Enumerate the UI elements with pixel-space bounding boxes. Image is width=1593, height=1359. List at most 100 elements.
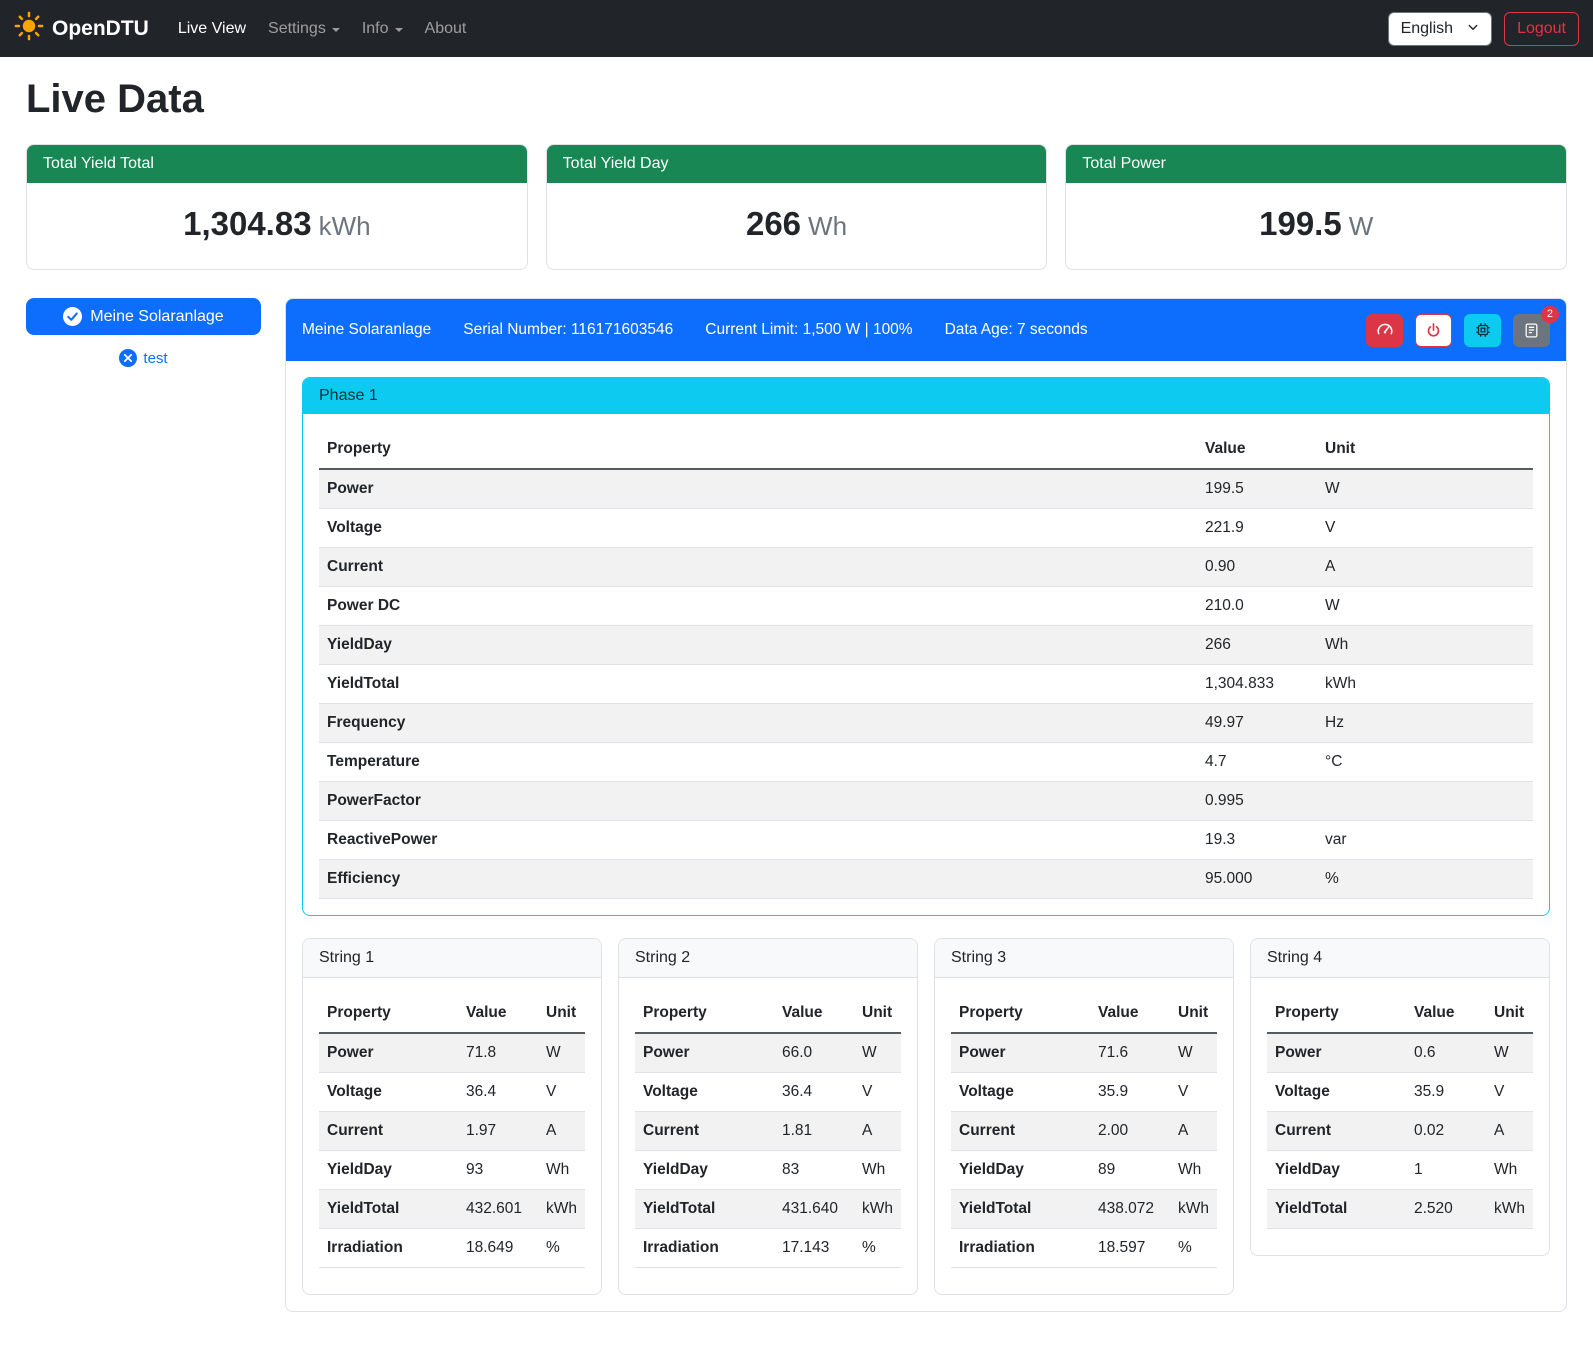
property-value: 2.00	[1090, 1112, 1170, 1151]
string-table: Property Value Unit Power0.6WVoltage35.9…	[1267, 994, 1533, 1229]
property-unit: A	[1486, 1112, 1533, 1151]
property-name: YieldDay	[951, 1151, 1090, 1190]
nav-item-about[interactable]: About	[414, 12, 478, 46]
summary-unit: W	[1349, 211, 1374, 241]
property-value: 431.640	[774, 1190, 854, 1229]
table-row: PowerFactor0.995	[319, 782, 1533, 821]
nav-item-label: Live View	[178, 20, 246, 38]
property-name: YieldTotal	[951, 1190, 1090, 1229]
property-name: YieldTotal	[1267, 1190, 1406, 1229]
property-value: 93	[458, 1151, 538, 1190]
chevron-down-icon	[395, 28, 403, 32]
column-header-unit: Unit	[538, 994, 585, 1033]
nav-item-live-view[interactable]: Live View	[167, 12, 257, 46]
inverter-card-body: Phase 1 Property Value Unit Power199.5WV…	[286, 361, 1566, 1311]
property-unit: W	[1170, 1033, 1217, 1073]
property-name: Current	[319, 548, 1197, 587]
property-value: 71.8	[458, 1033, 538, 1073]
phase-card-body: Property Value Unit Power199.5WVoltage22…	[303, 414, 1549, 915]
summary-card-total-power: Total Power 199.5W	[1065, 144, 1567, 270]
table-row: Power0.6W	[1267, 1033, 1533, 1073]
phase-card-title: Phase 1	[303, 378, 1549, 414]
property-unit: W	[538, 1033, 585, 1073]
table-row: Voltage221.9V	[319, 509, 1533, 548]
table-row: YieldDay1Wh	[1267, 1151, 1533, 1190]
sun-icon	[14, 11, 44, 47]
property-name: Power	[1267, 1033, 1406, 1073]
property-name: Voltage	[319, 509, 1197, 548]
table-header-row: Property Value Unit	[319, 430, 1533, 469]
property-value: 4.7	[1197, 743, 1317, 782]
language-label: English	[1401, 20, 1453, 38]
property-name: Power	[319, 469, 1197, 509]
property-unit: V	[1170, 1073, 1217, 1112]
event-log-button[interactable]: 2	[1513, 314, 1550, 347]
power-icon	[1425, 322, 1442, 339]
property-name: PowerFactor	[319, 782, 1197, 821]
table-row: Voltage35.9V	[1267, 1073, 1533, 1112]
property-value: 266	[1197, 626, 1317, 665]
property-unit: W	[1317, 587, 1533, 626]
property-value: 35.9	[1406, 1073, 1486, 1112]
property-value: 1,304.833	[1197, 665, 1317, 704]
property-value: 2.520	[1406, 1190, 1486, 1229]
table-row: Voltage36.4V	[635, 1073, 901, 1112]
logout-button[interactable]: Logout	[1504, 12, 1579, 46]
property-name: ReactivePower	[319, 821, 1197, 860]
inverter-actions: 2	[1366, 314, 1550, 347]
property-value: 18.649	[458, 1229, 538, 1268]
column-header-unit: Unit	[1170, 994, 1217, 1033]
table-row: Power71.6W	[951, 1033, 1217, 1073]
property-value: 432.601	[458, 1190, 538, 1229]
inverter-tab-label: Meine Solaranlage	[90, 308, 223, 326]
table-row: Power199.5W	[319, 469, 1533, 509]
string-card-title: String 1	[303, 939, 601, 978]
property-value: 71.6	[1090, 1033, 1170, 1073]
table-row: Voltage36.4V	[319, 1073, 585, 1112]
property-value: 1.97	[458, 1112, 538, 1151]
language-select[interactable]: English	[1388, 12, 1492, 46]
property-value: 1	[1406, 1151, 1486, 1190]
property-unit: V	[1486, 1073, 1533, 1112]
limit-settings-button[interactable]	[1366, 314, 1403, 347]
summary-cards-row: Total Yield Total 1,304.83kWh Total Yiel…	[26, 144, 1567, 270]
property-unit: A	[1317, 548, 1533, 587]
table-row: Power DC210.0W	[319, 587, 1533, 626]
string-card-3: String 3 Property Value Unit	[934, 938, 1234, 1295]
brand[interactable]: OpenDTU	[14, 11, 149, 47]
column-header-value: Value	[774, 994, 854, 1033]
string-card-body: Property Value Unit Power71.8WVoltage36.…	[303, 978, 601, 1294]
property-unit: Wh	[538, 1151, 585, 1190]
property-name: Power	[635, 1033, 774, 1073]
top-navbar: OpenDTU Live View Settings Info About En…	[0, 0, 1593, 57]
nav-item-info[interactable]: Info	[351, 12, 414, 46]
device-info-button[interactable]	[1464, 314, 1501, 347]
property-value: 36.4	[774, 1073, 854, 1112]
property-value: 49.97	[1197, 704, 1317, 743]
table-header-row: Property Value Unit	[1267, 994, 1533, 1033]
table-row: YieldDay266Wh	[319, 626, 1533, 665]
property-unit: %	[854, 1229, 901, 1268]
journal-icon	[1523, 322, 1540, 339]
power-toggle-button[interactable]	[1415, 314, 1452, 347]
inverter-tab-test[interactable]: test	[26, 349, 261, 367]
check-circle-icon	[63, 307, 82, 326]
summary-card-title: Total Yield Day	[547, 145, 1047, 183]
column-header-property: Property	[319, 994, 458, 1033]
chevron-down-icon	[1467, 20, 1479, 38]
property-unit: °C	[1317, 743, 1533, 782]
summary-unit: Wh	[808, 211, 847, 241]
property-name: Power	[951, 1033, 1090, 1073]
table-row: Current0.90A	[319, 548, 1533, 587]
inverter-tab-selected[interactable]: Meine Solaranlage	[26, 298, 261, 335]
nav-item-label: Info	[362, 20, 389, 38]
property-value: 210.0	[1197, 587, 1317, 626]
string-card-1: String 1 Property Value Unit	[302, 938, 602, 1295]
property-name: Voltage	[635, 1073, 774, 1112]
property-name: YieldDay	[319, 626, 1197, 665]
nav-item-label: Settings	[268, 20, 326, 38]
column-header-unit: Unit	[854, 994, 901, 1033]
table-row: Irradiation17.143%	[635, 1229, 901, 1268]
property-name: YieldTotal	[319, 1190, 458, 1229]
nav-item-settings[interactable]: Settings	[257, 12, 351, 46]
